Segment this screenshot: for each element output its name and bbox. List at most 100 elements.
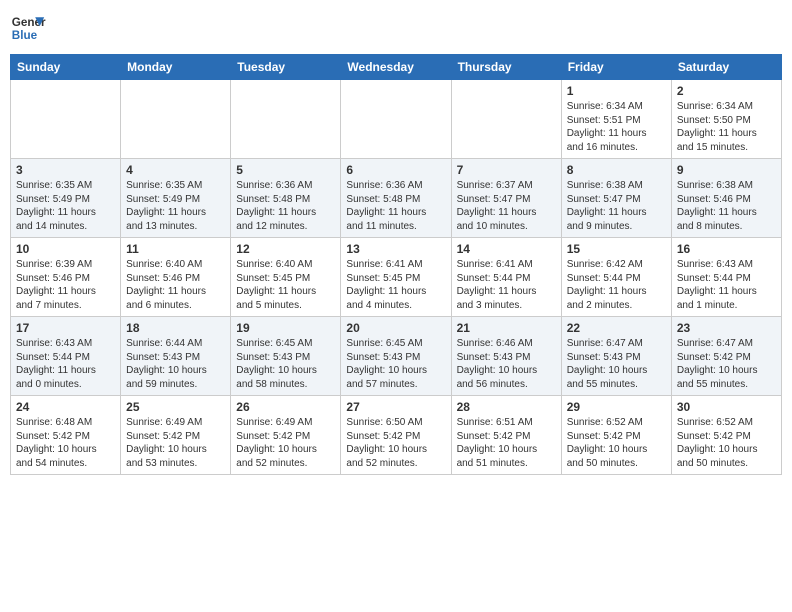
calendar-cell: 4 Sunrise: 6:35 AM Sunset: 5:49 PM Daylig…	[121, 159, 231, 238]
cell-content: Sunrise: 6:38 AM Sunset: 5:47 PM Dayligh…	[567, 179, 666, 233]
calendar-cell: 9 Sunrise: 6:38 AM Sunset: 5:46 PM Daylig…	[671, 159, 781, 238]
calendar-cell: 16Sunrise: 6:43 AM Sunset: 5:44 PM Dayli…	[671, 238, 781, 317]
calendar-cell: 29 Sunrise: 6:52 AM Sunset: 5:42 PM Dayli…	[561, 396, 671, 475]
cell-content: Sunrise: 6:43 AM Sunset: 5:44 PM Dayligh…	[16, 337, 115, 391]
day-number: 8	[567, 163, 666, 177]
day-number: 26	[236, 400, 335, 414]
calendar-cell	[451, 80, 561, 159]
calendar-cell: 17 Sunrise: 6:43 AM Sunset: 5:44 PM Dayli…	[11, 317, 121, 396]
day-number: 27	[346, 400, 445, 414]
calendar-cell: 26 Sunrise: 6:49 AM Sunset: 5:42 PM Dayli…	[231, 396, 341, 475]
day-of-week-header: Thursday	[451, 55, 561, 80]
day-number: 12	[236, 242, 335, 256]
cell-content: Sunrise: 6:40 AM Sunset: 5:46 PM Dayligh…	[126, 258, 225, 312]
day-number: 9	[677, 163, 776, 177]
calendar-cell: 20 Sunrise: 6:45 AM Sunset: 5:43 PM Dayli…	[341, 317, 451, 396]
day-number: 18	[126, 321, 225, 335]
day-number: 15	[567, 242, 666, 256]
calendar-cell: 12 Sunrise: 6:40 AM Sunset: 5:45 PM Dayli…	[231, 238, 341, 317]
cell-content: Sunrise: 6:49 AM Sunset: 5:42 PM Dayligh…	[236, 416, 335, 470]
calendar-cell: 7Sunrise: 6:37 AM Sunset: 5:47 PM Daylig…	[451, 159, 561, 238]
calendar-cell: 22 Sunrise: 6:47 AM Sunset: 5:43 PM Dayli…	[561, 317, 671, 396]
calendar-week-row: 24Sunrise: 6:48 AM Sunset: 5:42 PM Dayli…	[11, 396, 782, 475]
cell-content: Sunrise: 6:40 AM Sunset: 5:45 PM Dayligh…	[236, 258, 335, 312]
cell-content: Sunrise: 6:42 AM Sunset: 5:44 PM Dayligh…	[567, 258, 666, 312]
day-number: 1	[567, 84, 666, 98]
day-number: 6	[346, 163, 445, 177]
day-number: 22	[567, 321, 666, 335]
day-number: 2	[677, 84, 776, 98]
cell-content: Sunrise: 6:39 AM Sunset: 5:46 PM Dayligh…	[16, 258, 115, 312]
calendar-cell: 3Sunrise: 6:35 AM Sunset: 5:49 PM Daylig…	[11, 159, 121, 238]
day-number: 23	[677, 321, 776, 335]
cell-content: Sunrise: 6:41 AM Sunset: 5:44 PM Dayligh…	[457, 258, 556, 312]
day-of-week-header: Friday	[561, 55, 671, 80]
cell-content: Sunrise: 6:43 AM Sunset: 5:44 PM Dayligh…	[677, 258, 776, 312]
day-of-week-header: Wednesday	[341, 55, 451, 80]
calendar-cell: 24Sunrise: 6:48 AM Sunset: 5:42 PM Dayli…	[11, 396, 121, 475]
cell-content: Sunrise: 6:49 AM Sunset: 5:42 PM Dayligh…	[126, 416, 225, 470]
cell-content: Sunrise: 6:37 AM Sunset: 5:47 PM Dayligh…	[457, 179, 556, 233]
calendar-cell: 30 Sunrise: 6:52 AM Sunset: 5:42 PM Dayli…	[671, 396, 781, 475]
day-number: 10	[16, 242, 115, 256]
cell-content: Sunrise: 6:51 AM Sunset: 5:42 PM Dayligh…	[457, 416, 556, 470]
calendar-week-row: 17 Sunrise: 6:43 AM Sunset: 5:44 PM Dayli…	[11, 317, 782, 396]
calendar-cell: 14 Sunrise: 6:41 AM Sunset: 5:44 PM Dayli…	[451, 238, 561, 317]
cell-content: Sunrise: 6:38 AM Sunset: 5:46 PM Dayligh…	[677, 179, 776, 233]
cell-content: Sunrise: 6:45 AM Sunset: 5:43 PM Dayligh…	[346, 337, 445, 391]
cell-content: Sunrise: 6:47 AM Sunset: 5:43 PM Dayligh…	[567, 337, 666, 391]
calendar-cell: 5 Sunrise: 6:36 AM Sunset: 5:48 PM Daylig…	[231, 159, 341, 238]
day-number: 24	[16, 400, 115, 414]
calendar-cell: 18 Sunrise: 6:44 AM Sunset: 5:43 PM Dayli…	[121, 317, 231, 396]
day-of-week-header: Tuesday	[231, 55, 341, 80]
day-number: 13	[346, 242, 445, 256]
calendar-cell: 23 Sunrise: 6:47 AM Sunset: 5:42 PM Dayli…	[671, 317, 781, 396]
calendar-cell: 13 Sunrise: 6:41 AM Sunset: 5:45 PM Dayli…	[341, 238, 451, 317]
calendar-cell: 28Sunrise: 6:51 AM Sunset: 5:42 PM Dayli…	[451, 396, 561, 475]
day-number: 14	[457, 242, 556, 256]
logo: General Blue	[10, 10, 46, 46]
calendar-cell	[341, 80, 451, 159]
day-number: 20	[346, 321, 445, 335]
calendar-cell: 6 Sunrise: 6:36 AM Sunset: 5:48 PM Daylig…	[341, 159, 451, 238]
page-header: General Blue	[10, 10, 782, 46]
cell-content: Sunrise: 6:45 AM Sunset: 5:43 PM Dayligh…	[236, 337, 335, 391]
cell-content: Sunrise: 6:44 AM Sunset: 5:43 PM Dayligh…	[126, 337, 225, 391]
cell-content: Sunrise: 6:34 AM Sunset: 5:51 PM Dayligh…	[567, 100, 666, 154]
day-number: 5	[236, 163, 335, 177]
day-number: 30	[677, 400, 776, 414]
calendar-cell: 2Sunrise: 6:34 AM Sunset: 5:50 PM Daylig…	[671, 80, 781, 159]
cell-content: Sunrise: 6:52 AM Sunset: 5:42 PM Dayligh…	[567, 416, 666, 470]
calendar-cell: 15 Sunrise: 6:42 AM Sunset: 5:44 PM Dayli…	[561, 238, 671, 317]
calendar-cell: 21 Sunrise: 6:46 AM Sunset: 5:43 PM Dayli…	[451, 317, 561, 396]
calendar-cell: 11 Sunrise: 6:40 AM Sunset: 5:46 PM Dayli…	[121, 238, 231, 317]
day-of-week-header: Sunday	[11, 55, 121, 80]
svg-text:Blue: Blue	[12, 29, 38, 42]
cell-content: Sunrise: 6:47 AM Sunset: 5:42 PM Dayligh…	[677, 337, 776, 391]
calendar-cell	[231, 80, 341, 159]
calendar-week-row: 3Sunrise: 6:35 AM Sunset: 5:49 PM Daylig…	[11, 159, 782, 238]
cell-content: Sunrise: 6:41 AM Sunset: 5:45 PM Dayligh…	[346, 258, 445, 312]
day-number: 21	[457, 321, 556, 335]
calendar-cell: 1 Sunrise: 6:34 AM Sunset: 5:51 PM Daylig…	[561, 80, 671, 159]
calendar-cell: 25 Sunrise: 6:49 AM Sunset: 5:42 PM Dayli…	[121, 396, 231, 475]
day-number: 11	[126, 242, 225, 256]
day-number: 29	[567, 400, 666, 414]
cell-content: Sunrise: 6:35 AM Sunset: 5:49 PM Dayligh…	[16, 179, 115, 233]
day-of-week-header: Saturday	[671, 55, 781, 80]
calendar-cell	[121, 80, 231, 159]
day-number: 17	[16, 321, 115, 335]
calendar-cell: 8 Sunrise: 6:38 AM Sunset: 5:47 PM Daylig…	[561, 159, 671, 238]
calendar-table: SundayMondayTuesdayWednesdayThursdayFrid…	[10, 54, 782, 475]
calendar-cell: 10 Sunrise: 6:39 AM Sunset: 5:46 PM Dayli…	[11, 238, 121, 317]
calendar-cell: 27Sunrise: 6:50 AM Sunset: 5:42 PM Dayli…	[341, 396, 451, 475]
cell-content: Sunrise: 6:36 AM Sunset: 5:48 PM Dayligh…	[346, 179, 445, 233]
cell-content: Sunrise: 6:36 AM Sunset: 5:48 PM Dayligh…	[236, 179, 335, 233]
cell-content: Sunrise: 6:46 AM Sunset: 5:43 PM Dayligh…	[457, 337, 556, 391]
cell-content: Sunrise: 6:52 AM Sunset: 5:42 PM Dayligh…	[677, 416, 776, 470]
day-number: 4	[126, 163, 225, 177]
calendar-cell	[11, 80, 121, 159]
cell-content: Sunrise: 6:35 AM Sunset: 5:49 PM Dayligh…	[126, 179, 225, 233]
day-number: 25	[126, 400, 225, 414]
logo-icon: General Blue	[10, 10, 46, 46]
